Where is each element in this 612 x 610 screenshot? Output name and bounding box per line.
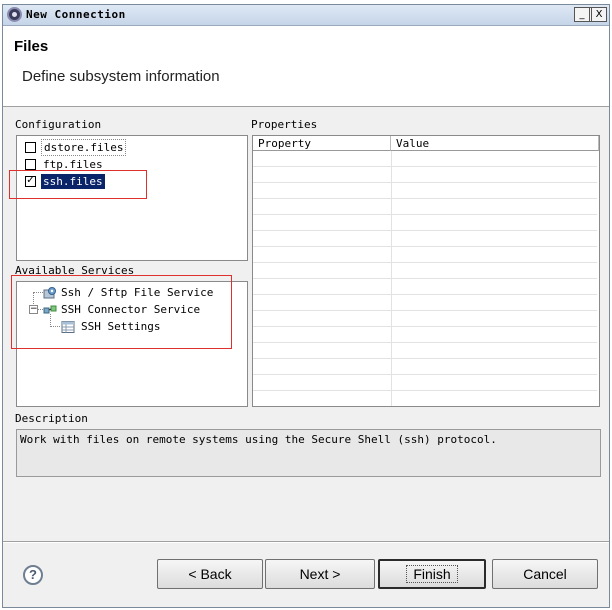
footer-divider: [3, 541, 609, 543]
annotation-box: [11, 275, 232, 349]
description-text: Work with files on remote systems using …: [16, 429, 601, 477]
property-row[interactable]: [253, 215, 597, 231]
property-row[interactable]: [253, 167, 597, 183]
property-row[interactable]: [253, 311, 597, 327]
property-column-header[interactable]: Property: [253, 136, 391, 151]
finish-button[interactable]: Finish: [378, 559, 486, 589]
cancel-button[interactable]: Cancel: [492, 559, 598, 589]
eclipse-app-icon: [7, 7, 22, 22]
title-bar[interactable]: New Connection _ □: [3, 5, 609, 26]
next-button[interactable]: Next >: [265, 559, 375, 589]
checkbox-dstore-files[interactable]: [25, 142, 36, 153]
annotation-box: [9, 170, 147, 199]
property-row[interactable]: [253, 279, 597, 295]
properties-table[interactable]: Property Value: [252, 135, 600, 407]
help-icon[interactable]: ?: [23, 565, 43, 585]
config-item-label: dstore.files: [41, 139, 127, 156]
wizard-header: Files Define subsystem information: [3, 26, 609, 107]
property-row[interactable]: [253, 231, 597, 247]
properties-label: Properties: [251, 118, 318, 131]
property-row[interactable]: [253, 247, 597, 263]
property-row[interactable]: [253, 183, 597, 199]
minimize-button[interactable]: _: [574, 7, 590, 22]
page-subtitle: Define subsystem information: [22, 68, 220, 85]
close-button[interactable]: X: [591, 7, 607, 22]
checkbox-ftp-files[interactable]: [25, 159, 36, 170]
new-connection-dialog: New Connection _ □ X Files Define subsys…: [2, 4, 610, 608]
property-row[interactable]: [253, 327, 597, 343]
finish-label: Finish: [406, 565, 458, 583]
property-row[interactable]: [253, 343, 597, 359]
property-row[interactable]: [253, 151, 597, 167]
property-row[interactable]: [253, 263, 597, 279]
back-button[interactable]: < Back: [157, 559, 263, 589]
window-title: New Connection: [26, 8, 126, 21]
value-column-header[interactable]: Value: [391, 136, 599, 151]
property-row[interactable]: [253, 391, 597, 406]
property-row[interactable]: [253, 295, 597, 311]
property-row[interactable]: [253, 359, 597, 375]
description-label: Description: [15, 412, 88, 425]
configuration-label: Configuration: [15, 118, 102, 131]
page-title: Files: [14, 38, 49, 55]
property-row[interactable]: [253, 375, 597, 391]
property-row[interactable]: [253, 199, 597, 215]
